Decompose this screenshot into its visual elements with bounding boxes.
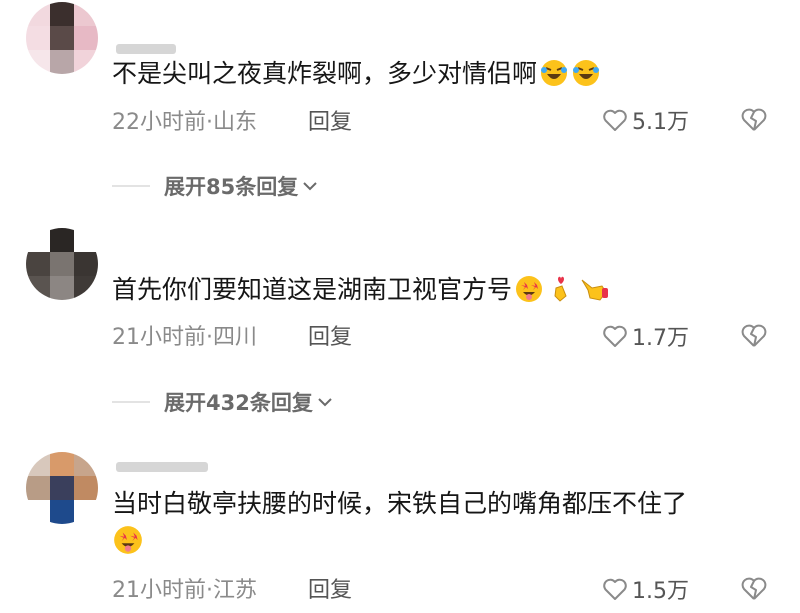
finger-heart-emoji-icon	[546, 274, 576, 316]
heart-icon	[603, 325, 627, 347]
reply-button[interactable]: 回复	[308, 572, 352, 604]
heart-icon	[603, 109, 627, 131]
username-blurred[interactable]	[116, 462, 208, 472]
divider-line	[112, 401, 150, 403]
broken-heart-icon[interactable]	[740, 106, 768, 134]
pointing-hand-emoji-icon	[578, 274, 610, 316]
username-blurred[interactable]	[116, 44, 176, 54]
timestamp-location: 21小时前·江苏	[112, 578, 257, 603]
chevron-down-icon	[303, 182, 317, 191]
like-count: 5.1万	[632, 110, 689, 135]
chevron-down-icon	[318, 398, 332, 407]
like-button[interactable]: 1.5万	[602, 574, 689, 604]
divider-line	[112, 185, 150, 187]
like-button[interactable]: 5.1万	[602, 105, 689, 135]
star-struck-tongue-emoji-icon	[514, 274, 544, 316]
expand-replies-button[interactable]: 展开432条回复	[112, 387, 333, 417]
avatar[interactable]	[26, 2, 98, 74]
broken-heart-icon[interactable]	[740, 322, 768, 350]
expand-replies-button[interactable]: 展开85条回复	[112, 171, 318, 201]
star-struck-tongue-emoji-icon	[112, 524, 144, 568]
comment-text-content: 首先你们要知道这是湖南卫视官方号	[112, 275, 513, 304]
comment-text-content: 当时白敬亭扶腰的时候，宋铁自己的嘴角都压不住了	[112, 489, 688, 518]
comment-text-line-2	[112, 522, 780, 568]
comment-meta: 22小时前·山东 回复	[112, 105, 352, 135]
like-button[interactable]: 1.7万	[602, 321, 689, 351]
like-count: 1.5万	[632, 579, 689, 604]
comment-meta: 21小时前·江苏 回复	[112, 573, 352, 603]
avatar[interactable]	[26, 452, 98, 524]
expand-replies-label: 展开432条回复	[164, 391, 313, 415]
comment-meta: 21小时前·四川 回复	[112, 320, 352, 350]
comment-text: 首先你们要知道这是湖南卫视官方号	[112, 270, 780, 316]
comment-text: 不是尖叫之夜真炸裂啊，多少对情侣啊	[112, 54, 780, 100]
rolling-laughing-emoji-icon	[539, 58, 569, 100]
broken-heart-icon[interactable]	[740, 575, 768, 603]
timestamp-location: 22小时前·山东	[112, 110, 257, 135]
comment-text: 当时白敬亭扶腰的时候，宋铁自己的嘴角都压不住了	[112, 484, 780, 524]
reply-button[interactable]: 回复	[308, 319, 352, 351]
expand-replies-label: 展开85条回复	[164, 175, 299, 199]
rolling-laughing-emoji-icon	[571, 58, 601, 100]
heart-icon	[603, 578, 627, 600]
like-count: 1.7万	[632, 326, 689, 351]
avatar[interactable]	[26, 228, 98, 300]
comment-text-content: 不是尖叫之夜真炸裂啊，多少对情侣啊	[112, 59, 538, 88]
timestamp-location: 21小时前·四川	[112, 325, 257, 350]
reply-button[interactable]: 回复	[308, 104, 352, 136]
